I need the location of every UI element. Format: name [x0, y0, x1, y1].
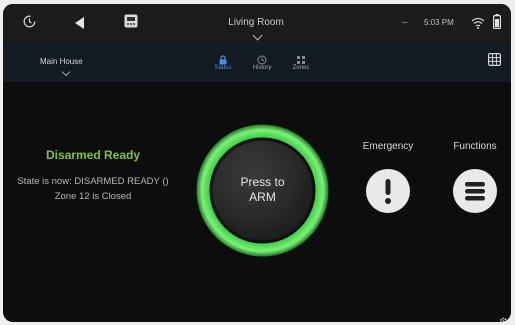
separator-dash: – — [402, 17, 408, 28]
intercom-icon[interactable] — [124, 14, 138, 33]
tab-label: Zones — [292, 65, 310, 71]
room-title[interactable]: Living Room — [208, 17, 304, 28]
functions-label: Functions — [453, 141, 497, 152]
arm-button-line1: Press to — [240, 175, 285, 189]
functions-button[interactable] — [453, 169, 497, 213]
tab-label: History — [252, 65, 272, 71]
lock-icon — [203, 52, 243, 65]
emergency-label: Emergency — [362, 141, 414, 152]
zone-status: Zone 12 is Closed — [54, 191, 132, 202]
zones-icon — [281, 52, 321, 64]
clock-time: 5:03 PM — [424, 18, 454, 27]
clock-refresh-icon[interactable] — [23, 15, 36, 33]
chevron-down-icon[interactable] — [252, 30, 263, 41]
security-panel-screen: Living Room – 5:03 PM Main House Status … — [3, 4, 511, 322]
tab-history[interactable]: History — [242, 52, 282, 71]
arm-button-line2: ARM — [249, 190, 276, 204]
arm-button[interactable]: Press to ARM — [195, 123, 330, 258]
exclamation-icon — [385, 179, 391, 204]
arm-status-title: Disarmed Ready — [45, 148, 141, 162]
state-description: State is now: DISARMED READY () — [17, 176, 169, 187]
keypad-grid-icon[interactable] — [488, 53, 502, 71]
battery-icon — [493, 14, 502, 34]
tab-status[interactable]: Status — [203, 52, 243, 71]
tab-zones[interactable]: Zones — [281, 52, 321, 71]
settings-gear-icon[interactable] — [499, 313, 508, 322]
history-icon — [242, 52, 282, 65]
location-selector[interactable]: Main House — [40, 57, 83, 66]
system-top-bar: Living Room – 5:03 PM — [3, 4, 511, 44]
back-arrow-icon[interactable] — [75, 16, 85, 34]
tab-label: Status — [214, 65, 232, 71]
emergency-button[interactable] — [366, 169, 410, 213]
wifi-icon — [471, 16, 485, 34]
menu-icon — [465, 182, 485, 201]
